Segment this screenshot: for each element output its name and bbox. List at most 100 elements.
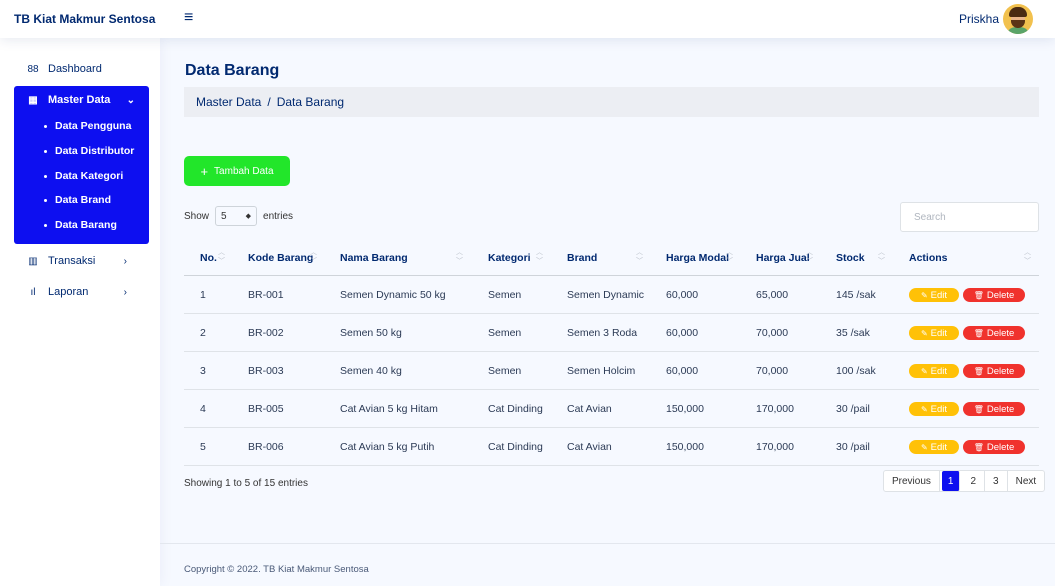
edit-button[interactable]: ✎ Edit [909,364,959,378]
sidebar-item-transaksi[interactable]: ▥ Transaksi › [14,251,149,271]
breadcrumb-separator: / [267,95,271,109]
pagination: Previous 1 2 3 Next [883,470,1046,492]
footer-copyright: Copyright © 2022. TB Kiat Makmur Sentosa [184,564,369,575]
search-placeholder: Search [914,211,946,223]
edit-label: Edit [930,403,948,415]
page-button-1[interactable]: 1 [941,471,961,491]
add-data-label: Tambah Data [214,165,274,177]
cell-brand: Cat Avian [567,403,612,415]
sort-icon[interactable]: ︿ ﹀ [878,248,885,266]
edit-button[interactable]: ✎ Edit [909,288,959,302]
cell-stock: 35 /sak [836,327,870,339]
sidebar-item-dashboard[interactable]: 88 Dashboard [14,59,149,79]
cell-kode: BR-001 [248,289,284,301]
entries-select[interactable]: 5 ◆ [215,206,258,226]
table-row: 4 BR-005 Cat Avian 5 kg Hitam Cat Dindin… [184,390,1039,428]
sidebar-subitem-label: Data Brand [55,194,112,206]
cell-stock: 30 /pail [836,441,870,453]
sidebar-subitem-label: Data Kategori [55,170,124,182]
cell-nama: Semen 40 kg [340,365,402,377]
trash-icon: 🗑 [973,290,984,300]
column-header-no[interactable]: No. [200,252,217,264]
cell-harga-jual: 170,000 [756,441,794,453]
sort-icon[interactable]: ︿ ﹀ [636,248,643,266]
sidebar-subitem-label: Data Distributor [55,145,135,157]
sort-icon[interactable]: ︿ ﹀ [726,248,733,266]
table-header: No. ︿ ﹀ Kode Barang ︿ ﹀ Nama Barang ︿ ﹀ Kat… [184,240,1039,276]
cell-nama: Cat Avian 5 kg Putih [340,441,435,453]
sort-icon[interactable]: ︿ ﹀ [310,248,317,266]
column-header-kategori[interactable]: Kategori [488,252,531,264]
sidebar-subitem-data-brand[interactable]: Data Brand [44,194,111,206]
delete-button[interactable]: 🗑 Delete [963,288,1025,302]
avatar[interactable] [1003,4,1033,34]
table-row: 5 BR-006 Cat Avian 5 kg Putih Cat Dindin… [184,428,1039,466]
avatar-hair [1009,7,1027,17]
previous-page-button[interactable]: Previous [884,471,940,491]
sort-icon[interactable]: ︿ ﹀ [1024,248,1031,266]
sidebar-subitem-label: Data Pengguna [55,120,132,132]
cell-stock: 145 /sak [836,289,876,301]
column-header-harga-modal[interactable]: Harga Modal [666,252,729,264]
delete-button[interactable]: 🗑 Delete [963,402,1025,416]
menu-toggle-icon[interactable]: ≡ [184,9,193,27]
edit-label: Edit [930,289,948,301]
cell-harga-jual: 170,000 [756,403,794,415]
column-header-brand[interactable]: Brand [567,252,597,264]
cell-harga-modal: 150,000 [666,403,704,415]
show-entries: Show 5 ◆ entries [184,206,293,226]
sort-icon[interactable]: ︿ ﹀ [536,248,543,266]
page-button-3[interactable]: 3 [985,471,1008,491]
delete-button[interactable]: 🗑 Delete [963,440,1025,454]
search-input[interactable]: Search [900,202,1039,232]
app-brand[interactable]: TB Kiat Makmur Sentosa [14,12,155,26]
edit-button[interactable]: ✎ Edit [909,402,959,416]
trash-icon: 🗑 [973,328,984,338]
column-header-nama-barang[interactable]: Nama Barang [340,252,408,264]
table-row: 3 BR-003 Semen 40 kg Semen Semen Holcim … [184,352,1039,390]
delete-label: Delete [986,441,1015,453]
add-data-button[interactable]: + Tambah Data [184,156,290,186]
column-header-harga-jual[interactable]: Harga Jual [756,252,810,264]
sidebar-subitem-label: Data Barang [55,219,117,231]
cell-nama: Semen Dynamic 50 kg [340,289,446,301]
sort-icon[interactable]: ︿ ﹀ [456,248,463,266]
top-bar: TB Kiat Makmur Sentosa ≡ Priskha [0,0,1055,38]
sidebar-item-master-data[interactable]: ▦ Master Data ⌄ [14,86,149,114]
edit-button[interactable]: ✎ Edit [909,440,959,454]
cell-no: 2 [200,327,206,339]
column-header-kode-barang[interactable]: Kode Barang [248,252,313,264]
sidebar-subitem-data-kategori[interactable]: Data Kategori [44,170,123,182]
next-page-button[interactable]: Next [1008,471,1045,491]
delete-label: Delete [986,289,1015,301]
cell-brand: Semen Holcim [567,365,636,377]
delete-button[interactable]: 🗑 Delete [963,364,1025,378]
cell-nama: Semen 50 kg [340,327,402,339]
pencil-icon: ✎ [920,442,928,452]
cell-no: 1 [200,289,206,301]
sidebar-item-laporan[interactable]: ıl Laporan › [14,282,149,302]
sort-icon[interactable]: ︿ ﹀ [218,248,225,266]
trash-icon: 🗑 [973,366,984,376]
sidebar-subitem-data-pengguna[interactable]: Data Pengguna [44,120,131,132]
breadcrumb-item-master-data[interactable]: Master Data [196,95,261,109]
column-header-actions: Actions [909,252,948,264]
cell-harga-modal: 60,000 [666,289,699,301]
trash-icon: 🗑 [973,404,984,414]
delete-label: Delete [986,403,1015,415]
cell-kategori: Cat Dinding [488,403,543,415]
bullet-icon [44,124,47,128]
cell-kode: BR-003 [248,365,284,377]
cell-stock: 100 /sak [836,365,876,377]
sort-icon[interactable]: ︿ ﹀ [806,248,813,266]
sidebar-subitem-data-distributor[interactable]: Data Distributor [44,145,134,157]
sidebar-subitem-data-barang[interactable]: Data Barang [44,219,117,231]
edit-label: Edit [930,365,948,377]
page-button-2[interactable]: 2 [962,471,986,491]
entries-select-value: 5 [221,210,227,222]
column-header-stock[interactable]: Stock [836,252,865,264]
delete-button[interactable]: 🗑 Delete [963,326,1025,340]
edit-button[interactable]: ✎ Edit [909,326,959,340]
user-name[interactable]: Priskha [959,12,999,26]
footer-divider [160,543,1055,544]
